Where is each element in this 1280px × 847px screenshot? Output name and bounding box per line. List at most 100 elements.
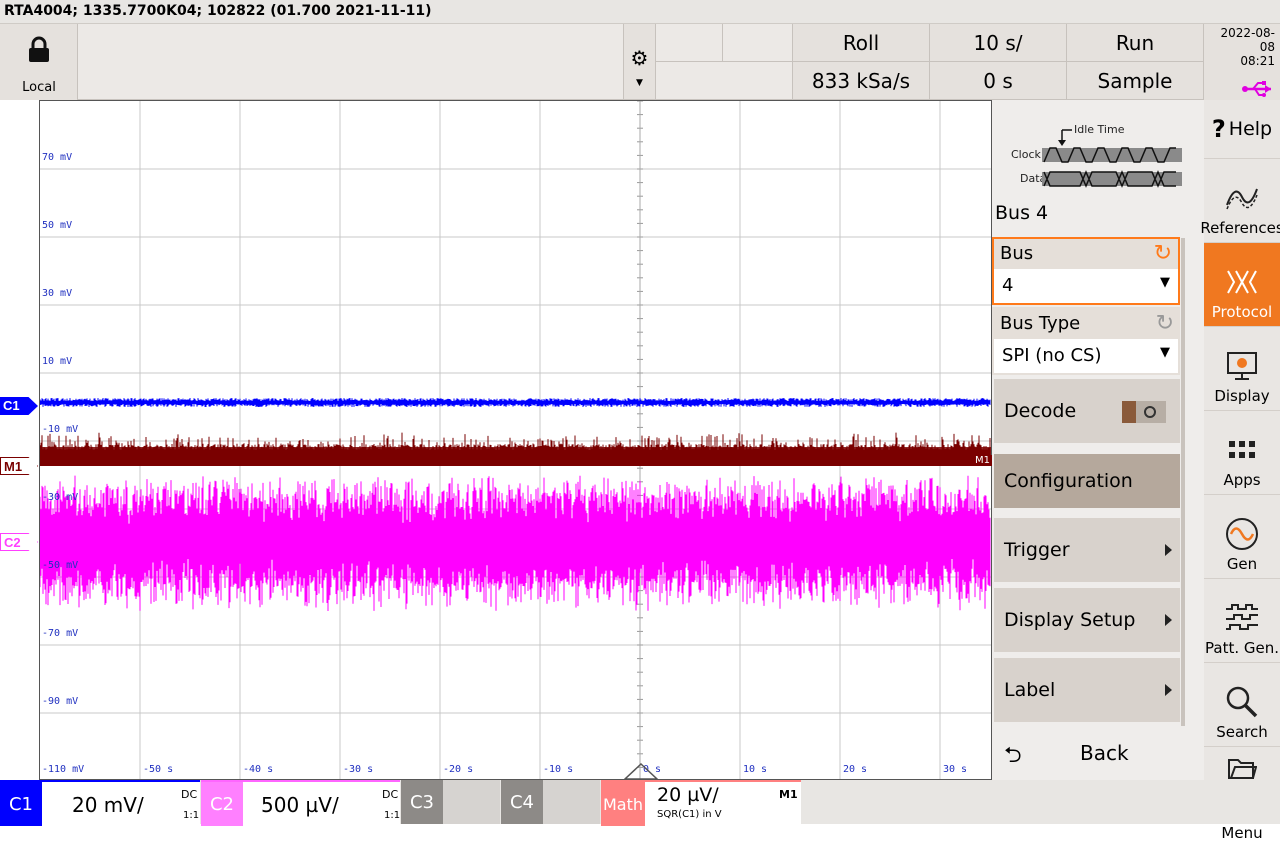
protocol-icon: [1227, 270, 1257, 294]
display-setup-label: Display Setup: [1004, 609, 1136, 631]
horizontal-offset-button[interactable]: 0 s: [930, 62, 1067, 100]
c2-scale: 500 µV/: [261, 793, 339, 817]
display-button[interactable]: Display: [1204, 327, 1280, 411]
display-setup-button[interactable]: Display Setup: [994, 588, 1180, 652]
label-button[interactable]: Label: [994, 658, 1180, 722]
y-label: 70 mV: [42, 152, 73, 163]
run-stop-button[interactable]: Run: [1067, 24, 1204, 62]
gen-button[interactable]: Gen: [1204, 495, 1280, 579]
channel-bar: C1 20 mV/ DC 1:1 C2 500 µV/ DC 1:1 C3 C4…: [0, 780, 1280, 826]
trigger-position-icon[interactable]: [624, 763, 658, 780]
idle-time-label: Idle Time: [1074, 123, 1125, 136]
bus-type-select[interactable]: SPI (no CS) ▼: [994, 339, 1178, 373]
c2-ratio: 1:1: [384, 810, 401, 821]
header-empty-3: [656, 62, 793, 100]
x-label: 10 s: [743, 764, 768, 775]
panel-scrollbar[interactable]: [1181, 238, 1185, 728]
math-scale: 20 µV/: [657, 784, 719, 806]
c3-channel-button[interactable]: C3: [401, 780, 500, 824]
protocol-panel: Idle Time Clock Data Bus 4 Bus ↻ 4 ▼ Bus…: [992, 100, 1204, 780]
reset-icon[interactable]: ↻: [1154, 241, 1172, 266]
configuration-button[interactable]: Configuration: [994, 454, 1180, 508]
pattern-icon: [1226, 604, 1258, 630]
y-label: -30 mV: [42, 492, 79, 503]
m1-right-marker: M1: [973, 455, 992, 466]
decode-label: Decode: [1004, 400, 1077, 422]
gen-label: Gen: [1226, 555, 1258, 573]
chevron-right-icon: [1165, 544, 1172, 556]
y-label: -90 mV: [42, 696, 79, 707]
c4-channel-button[interactable]: C4: [501, 780, 600, 824]
search-label: Search: [1216, 723, 1268, 741]
waveform-grid: [40, 101, 991, 779]
c2-channel-button[interactable]: C2 500 µV/ DC 1:1: [201, 780, 401, 826]
pattern-generator-button[interactable]: Patt. Gen.: [1204, 579, 1280, 663]
bus-type-box[interactable]: Bus Type ↻ SPI (no CS) ▼: [992, 307, 1180, 375]
chevron-down-icon: ▼: [1160, 275, 1170, 290]
apps-label: Apps: [1223, 471, 1261, 489]
sine-wave-icon: [1226, 518, 1258, 550]
c1-name: C1: [0, 782, 42, 826]
clock-label: Clock: [1011, 148, 1042, 161]
local-lock-button[interactable]: Local: [0, 24, 78, 100]
waveform-display[interactable]: 70 mV 50 mV 30 mV 10 mV -10 mV -30 mV -5…: [39, 100, 992, 780]
c1-coupling: DC: [181, 788, 198, 801]
sample-rate-readout[interactable]: 833 kSa/s: [793, 62, 930, 100]
display-label: Display: [1214, 387, 1270, 405]
reset-icon[interactable]: ↻: [1156, 311, 1174, 336]
search-icon: [1226, 686, 1258, 718]
sidebar: ? Help References Protocol Display Apps G…: [1200, 100, 1280, 842]
apps-button[interactable]: Apps: [1204, 411, 1280, 495]
title-bar: RTA4004; 1335.7700K04; 102822 (01.700 20…: [0, 0, 1280, 24]
x-label: 20 s: [843, 764, 868, 775]
label-label: Label: [1004, 679, 1056, 701]
x-label: -20 s: [443, 764, 474, 775]
math-channel-button[interactable]: Math 20 µV/ SQR(C1) in V M1: [601, 780, 801, 826]
c2-offset-marker[interactable]: C2: [0, 533, 38, 551]
references-button[interactable]: References: [1200, 159, 1280, 243]
local-label: Local: [22, 80, 56, 95]
decode-toggle[interactable]: [1122, 401, 1166, 423]
bus-select-box[interactable]: Bus ↻ 4 ▼: [992, 237, 1180, 305]
bus-type-label: Bus Type: [1000, 313, 1081, 334]
menu-label: Menu: [1221, 824, 1263, 842]
math-name: Math: [601, 782, 645, 826]
math-source: M1: [779, 788, 798, 801]
bus-select[interactable]: 4 ▼: [994, 269, 1178, 303]
x-label: 30 s: [943, 764, 968, 775]
references-label: References: [1200, 219, 1280, 237]
header-empty-1: [656, 24, 723, 62]
gear-icon: ⚙: [630, 45, 649, 70]
settings-button[interactable]: ⚙ ▼: [624, 24, 656, 100]
search-button[interactable]: Search: [1204, 663, 1280, 747]
protocol-button[interactable]: Protocol: [1204, 243, 1280, 327]
acq-type-button[interactable]: Sample: [1067, 62, 1204, 100]
c3-name: C3: [401, 780, 443, 824]
trigger-button[interactable]: Trigger: [994, 518, 1180, 582]
date: 2022-08-08: [1220, 26, 1275, 54]
c1-offset-marker[interactable]: C1: [0, 397, 38, 415]
back-label: Back: [1080, 741, 1129, 765]
decode-toggle-row[interactable]: Decode: [994, 379, 1180, 443]
chevron-right-icon: [1165, 614, 1172, 626]
c2-trace: [40, 475, 991, 611]
y-label: -50 mV: [42, 560, 79, 571]
help-button[interactable]: ? Help: [1204, 100, 1280, 159]
acq-mode-button[interactable]: Roll: [793, 24, 930, 62]
x-label: -50 s: [143, 764, 174, 775]
m1-trace-fill: [40, 447, 991, 466]
c1-channel-button[interactable]: C1 20 mV/ DC 1:1: [0, 780, 200, 826]
y-label: 50 mV: [42, 220, 73, 231]
usb-icon: [1242, 81, 1271, 97]
question-icon: ?: [1211, 115, 1226, 143]
bus-title: Bus 4: [995, 202, 1049, 224]
time: 08:21: [1240, 54, 1275, 68]
monitor-icon: [1227, 352, 1257, 380]
y-label: 30 mV: [42, 288, 73, 299]
math-expression: SQR(C1) in V: [657, 809, 722, 820]
back-button[interactable]: ⮌ Back: [994, 726, 1200, 780]
chevron-right-icon: [1165, 684, 1172, 696]
m1-offset-marker[interactable]: M1: [0, 457, 38, 475]
timebase-button[interactable]: 10 s/: [930, 24, 1067, 62]
clock: 2022-08-08 08:21: [1204, 24, 1280, 100]
